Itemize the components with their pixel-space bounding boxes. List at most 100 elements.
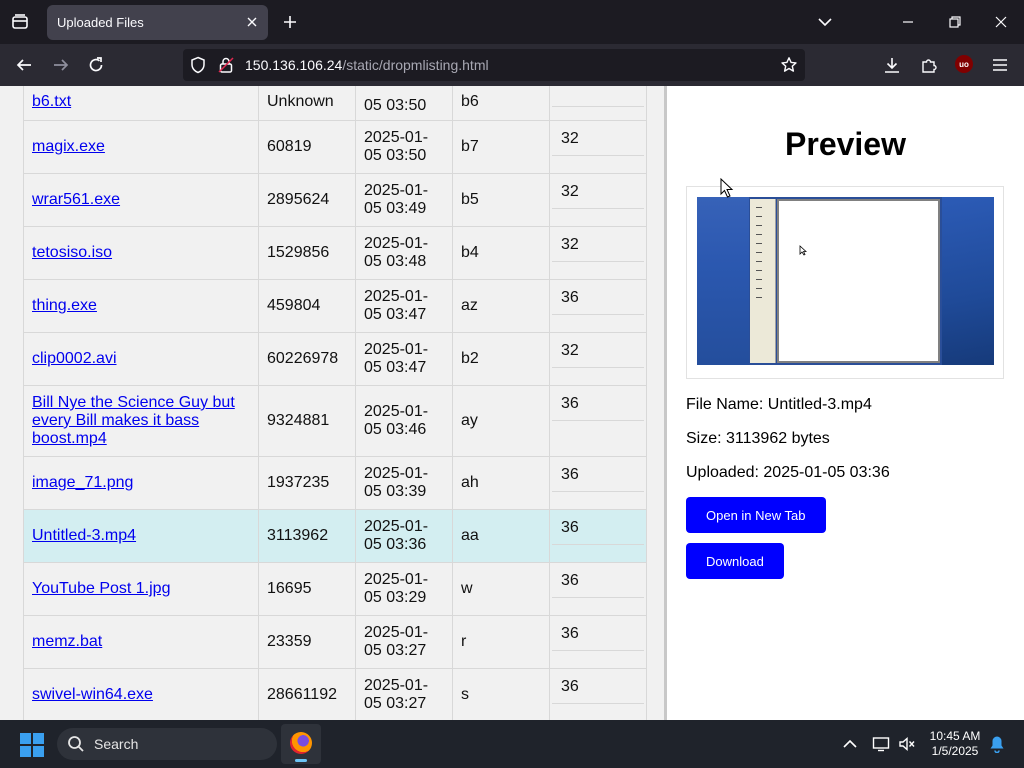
taskbar-search[interactable]: Search — [57, 728, 277, 760]
file-count-cell: 36 — [549, 279, 647, 333]
file-date-line1: 2025-01- — [364, 403, 429, 420]
file-row[interactable]: wrar561.exe 2895624 2025-01- 05 03:49 b5 32 — [23, 173, 647, 227]
new-tab-icon[interactable] — [279, 11, 301, 33]
file-link[interactable]: tetosiso.iso — [32, 244, 112, 262]
file-link[interactable]: memz.bat — [32, 633, 102, 651]
downloads-icon[interactable] — [880, 53, 904, 77]
browser-tab-active[interactable]: Uploaded Files — [47, 5, 268, 40]
file-size-cell: 60819 — [258, 120, 356, 174]
tracking-protection-shield-icon[interactable] — [189, 56, 207, 74]
tab-strip: Uploaded Files — [0, 0, 1024, 44]
minimize-icon[interactable] — [896, 10, 920, 34]
speaker-muted-icon[interactable] — [897, 734, 917, 754]
file-link[interactable]: clip0002.avi — [32, 350, 117, 368]
file-link[interactable]: thing.exe — [32, 297, 97, 315]
ublock-origin-icon[interactable]: uo — [955, 55, 973, 73]
reload-icon[interactable] — [84, 53, 108, 77]
file-row[interactable]: b6.txt Unknown 05 03:50 b6 — [23, 86, 647, 121]
bookmark-star-icon[interactable] — [779, 55, 799, 75]
download-button[interactable]: Download — [686, 543, 784, 579]
open-in-new-tab-button[interactable]: Open in New Tab — [686, 497, 826, 533]
file-link[interactable]: wrar561.exe — [32, 191, 120, 209]
file-date-line2: 05 03:27 — [364, 642, 427, 659]
file-date-line2: 05 03:36 — [364, 536, 427, 553]
address-bar[interactable]: 150.136.106.24/static/dropmlisting.html — [183, 49, 805, 81]
file-row[interactable]: Untitled-3.mp4 3113962 2025-01- 05 03:36 aa 3… — [23, 509, 647, 563]
file-name-cell: magix.exe — [23, 120, 259, 174]
firefox-view-icon[interactable] — [8, 10, 32, 34]
file-link[interactable]: b6.txt — [32, 93, 71, 111]
file-size-cell: 2895624 — [258, 173, 356, 227]
notification-bell-icon[interactable] — [987, 734, 1007, 754]
file-count: 32 — [552, 121, 644, 156]
file-row[interactable]: memz.bat 23359 2025-01- 05 03:27 r 36 — [23, 615, 647, 669]
file-name-cell: memz.bat — [23, 615, 259, 669]
file-row[interactable]: YouTube Post 1.jpg 16695 2025-01- 05 03:29 w… — [23, 562, 647, 616]
close-window-icon[interactable] — [989, 10, 1013, 34]
file-row[interactable]: clip0002.avi 60226978 2025-01- 05 03:47 b2 32 — [23, 332, 647, 386]
file-date-line2: 05 03:46 — [364, 421, 427, 438]
restore-icon[interactable] — [943, 10, 967, 34]
file-date-cell: 2025-01- 05 03:27 — [355, 668, 453, 720]
taskbar-firefox-button[interactable] — [281, 724, 321, 764]
file-row[interactable]: tetosiso.iso 1529856 2025-01- 05 03:48 b4 32 — [23, 226, 647, 280]
file-id-cell: b5 — [452, 173, 550, 227]
tab-close-icon[interactable] — [242, 12, 262, 32]
file-row[interactable]: swivel-win64.exe 28661192 2025-01- 05 03:27… — [23, 668, 647, 720]
windows-start-icon[interactable] — [20, 733, 44, 757]
file-count: 36 — [552, 563, 644, 598]
file-id-cell: aa — [452, 509, 550, 563]
file-size-cell: Unknown — [258, 86, 356, 121]
file-date-line1: 2025-01- — [364, 288, 429, 305]
file-link[interactable]: image_71.png — [32, 474, 133, 492]
file-row[interactable]: thing.exe 459804 2025-01- 05 03:47 az 36 — [23, 279, 647, 333]
file-row[interactable]: image_71.png 1937235 2025-01- 05 03:39 ah 36 — [23, 456, 647, 510]
file-date-cell: 2025-01- 05 03:49 — [355, 173, 453, 227]
file-count-cell: 36 — [549, 509, 647, 563]
file-name-cell: wrar561.exe — [23, 173, 259, 227]
file-date-cell: 05 03:50 — [355, 86, 453, 121]
file-date-line1: 2025-01- — [364, 341, 429, 358]
file-link[interactable]: Bill Nye the Science Guy but every Bill … — [32, 394, 250, 448]
insecure-lock-icon[interactable] — [217, 56, 235, 74]
file-size-cell: 16695 — [258, 562, 356, 616]
video-player[interactable] — [697, 197, 994, 365]
file-row[interactable]: Bill Nye the Science Guy but every Bill … — [23, 385, 647, 457]
file-count-cell: 36 — [549, 615, 647, 669]
file-id-cell: b6 — [452, 86, 550, 121]
file-count-cell: 36 — [549, 668, 647, 720]
show-hidden-icons-chevron-icon[interactable] — [840, 734, 860, 754]
file-link[interactable]: YouTube Post 1.jpg — [32, 580, 170, 598]
extensions-puzzle-icon[interactable] — [917, 53, 941, 77]
file-date-cell: 2025-01- 05 03:47 — [355, 332, 453, 386]
file-count-cell: 32 — [549, 332, 647, 386]
file-link[interactable]: Untitled-3.mp4 — [32, 527, 136, 545]
file-date-cell: 2025-01- 05 03:47 — [355, 279, 453, 333]
file-count-cell: 32 — [549, 226, 647, 280]
file-date-line1: 2025-01- — [364, 129, 429, 146]
forward-arrow-icon[interactable] — [49, 53, 73, 77]
file-date-cell: 2025-01- 05 03:39 — [355, 456, 453, 510]
url-text[interactable]: 150.136.106.24/static/dropmlisting.html — [245, 57, 489, 73]
network-icon[interactable] — [871, 734, 891, 754]
file-id-cell: r — [452, 615, 550, 669]
back-arrow-icon[interactable] — [12, 53, 36, 77]
hamburger-menu-icon[interactable] — [988, 53, 1012, 77]
taskbar-clock[interactable]: 10:45 AM 1/5/2025 — [925, 729, 985, 759]
search-label: Search — [94, 736, 139, 752]
file-size-cell: 23359 — [258, 615, 356, 669]
file-date-line1: 2025-01- — [364, 571, 429, 588]
file-date-cell: 2025-01- 05 03:46 — [355, 385, 453, 457]
file-id-cell: b7 — [452, 120, 550, 174]
file-table: b6.txt Unknown 05 03:50 b6 magix.exe 60819 202… — [23, 86, 647, 720]
tab-title: Uploaded Files — [57, 15, 144, 30]
list-all-tabs-icon[interactable] — [814, 11, 836, 33]
file-link[interactable]: magix.exe — [32, 138, 105, 156]
file-count-cell: 36 — [549, 385, 647, 457]
video-frame-canvas — [777, 199, 940, 363]
file-row[interactable]: magix.exe 60819 2025-01- 05 03:50 b7 32 — [23, 120, 647, 174]
file-link[interactable]: swivel-win64.exe — [32, 686, 153, 704]
file-name-cell: clip0002.avi — [23, 332, 259, 386]
file-date-line1: 2025-01- — [364, 518, 429, 535]
clock-time: 10:45 AM — [929, 729, 981, 743]
